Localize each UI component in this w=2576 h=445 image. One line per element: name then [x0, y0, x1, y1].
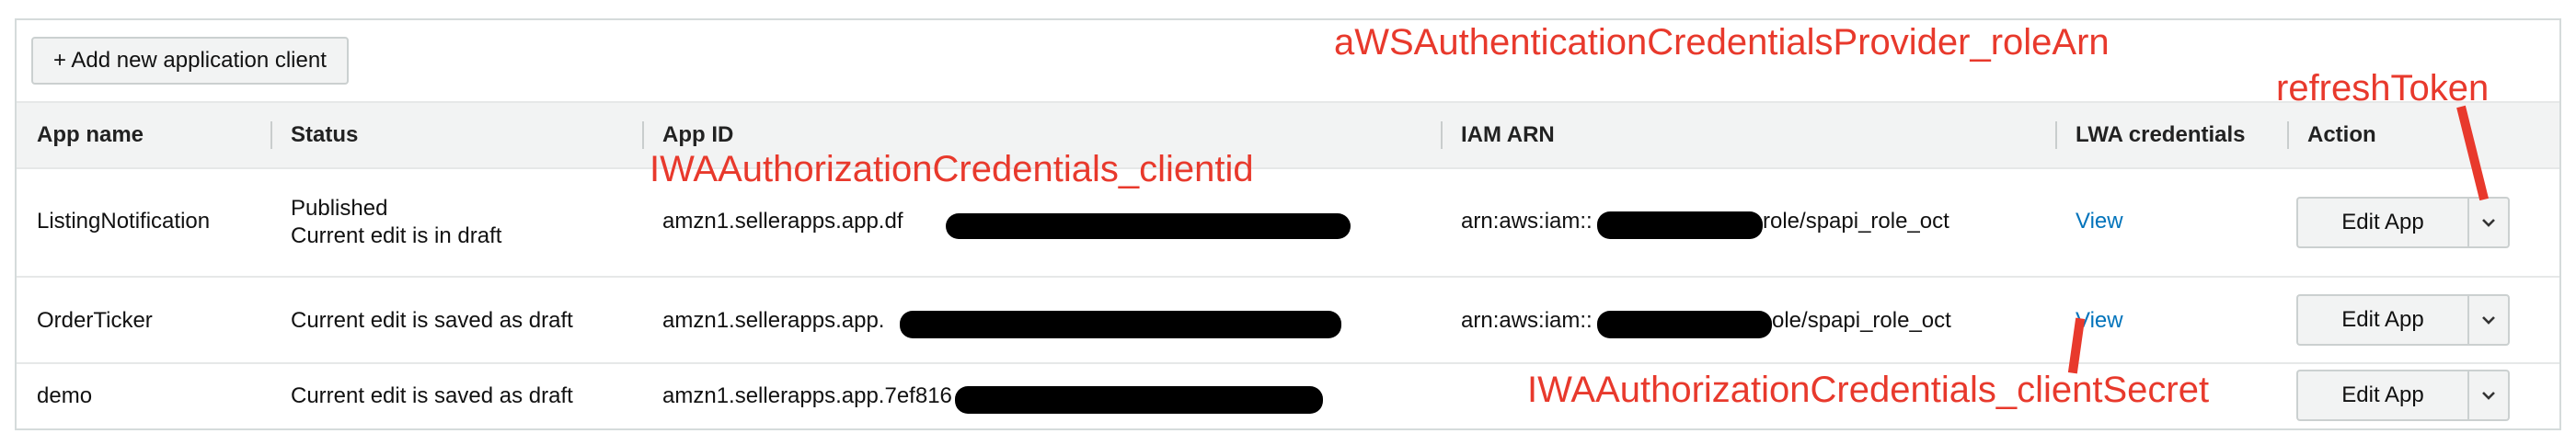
iam-arn-suffix: role/spapi_role_oct: [1763, 209, 1949, 234]
annotation-refresh-token: refreshToken: [2276, 68, 2490, 108]
iam-arn-suffix: ole/spapi_role_oct: [1772, 308, 1951, 333]
chevron-down-icon: [2482, 316, 2495, 325]
app-name-cell: ListingNotification: [37, 209, 211, 234]
column-header-status[interactable]: Status: [270, 103, 359, 167]
column-label: LWA credentials: [2076, 122, 2246, 147]
iam-arn-prefix: arn:aws:iam::: [1461, 209, 1593, 234]
table-row: OrderTicker Current edit is saved as dra…: [17, 278, 2559, 364]
status-line: Current edit is in draft: [291, 223, 502, 248]
column-divider: [270, 121, 272, 149]
column-divider: [642, 121, 644, 149]
edit-app-button[interactable]: Edit App: [2296, 370, 2467, 421]
column-header-action[interactable]: Action: [2287, 103, 2376, 167]
app-id-cell: amzn1.sellerapps.app.df: [662, 209, 903, 234]
app-id-cell: amzn1.sellerapps.app.: [662, 308, 885, 333]
edit-app-button[interactable]: Edit App: [2296, 294, 2467, 346]
edit-app-split-button: Edit App: [2296, 294, 2510, 346]
annotation-role-arn: aWSAuthenticationCredentialsProvider_rol…: [1334, 22, 2110, 63]
chevron-down-icon: [2482, 219, 2495, 227]
table-header: App name Status App ID IAM ARN LWA crede…: [17, 101, 2559, 169]
add-new-application-client-button[interactable]: + Add new application client: [31, 37, 349, 85]
edit-app-dropdown-button[interactable]: [2467, 197, 2510, 248]
application-clients-panel: + Add new application client App name St…: [15, 18, 2561, 430]
app-name-cell: OrderTicker: [37, 308, 153, 333]
column-divider: [1441, 121, 1443, 149]
app-name-cell: demo: [37, 383, 93, 408]
edit-app-dropdown-button[interactable]: [2467, 370, 2510, 421]
redaction-mark: [1597, 211, 1763, 239]
edit-app-dropdown-button[interactable]: [2467, 294, 2510, 346]
column-divider: [2055, 121, 2057, 149]
status-line: Published: [291, 196, 388, 221]
edit-app-split-button: Edit App: [2296, 370, 2510, 421]
redaction-mark: [955, 386, 1323, 414]
column-header-app-name[interactable]: App name: [37, 103, 144, 167]
column-label: Status: [291, 122, 359, 147]
status-cell: Current edit is saved as draft: [291, 383, 573, 408]
column-label: App ID: [662, 122, 734, 147]
status-cell: Published Current edit is in draft: [291, 195, 501, 250]
annotation-client-id: IWAAuthorizationCredentials_clientid: [650, 149, 1254, 189]
toolbar: + Add new application client: [17, 20, 2559, 101]
column-header-iam-arn[interactable]: IAM ARN: [1441, 103, 1555, 167]
column-label: App name: [37, 122, 144, 147]
status-cell: Current edit is saved as draft: [291, 308, 573, 333]
annotation-client-secret: IWAAuthorizationCredentials_clientSecret: [1527, 370, 2210, 410]
redaction-mark: [900, 311, 1341, 338]
table-row: ListingNotification Published Current ed…: [17, 169, 2559, 278]
column-label: IAM ARN: [1461, 122, 1555, 147]
column-label: Action: [2307, 122, 2376, 147]
edit-app-button[interactable]: Edit App: [2296, 197, 2467, 248]
lwa-view-link[interactable]: View: [2076, 208, 2123, 235]
chevron-down-icon: [2482, 392, 2495, 400]
redaction-mark: [946, 213, 1351, 239]
edit-app-split-button: Edit App: [2296, 197, 2510, 248]
column-header-lwa-credentials[interactable]: LWA credentials: [2055, 103, 2246, 167]
app-id-cell: amzn1.sellerapps.app.7ef816: [662, 383, 952, 408]
redaction-mark: [1597, 311, 1772, 338]
iam-arn-prefix: arn:aws:iam::: [1461, 308, 1593, 333]
column-divider: [2287, 121, 2289, 149]
